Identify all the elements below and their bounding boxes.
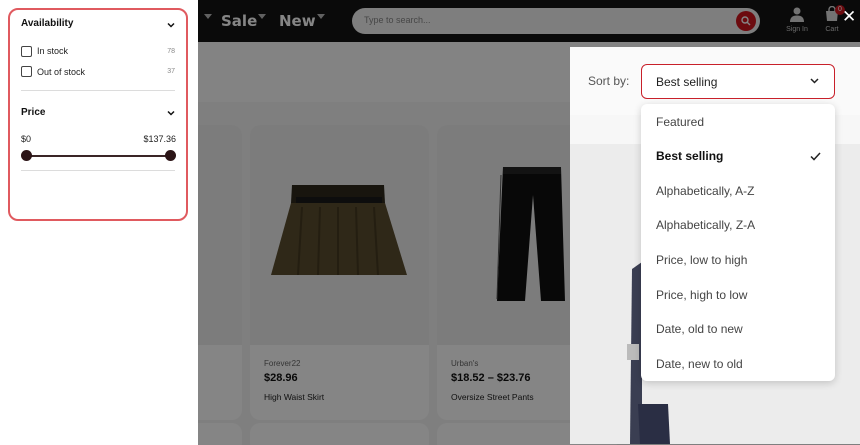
price-slider-track[interactable] (26, 155, 172, 157)
sort-select[interactable]: Best selling (641, 64, 835, 99)
sort-option-featured[interactable]: Featured (656, 115, 704, 129)
in-stock-label[interactable]: In stock (37, 46, 68, 56)
in-stock-count: 78 (167, 48, 175, 55)
chevron-down-icon[interactable] (166, 108, 176, 118)
sort-option-alpha-az[interactable]: Alphabetically, A-Z (656, 184, 755, 198)
sort-option-alpha-za[interactable]: Alphabetically, Z-A (656, 218, 755, 232)
chevron-down-icon (810, 78, 819, 84)
sort-by-label: Sort by: (588, 74, 630, 88)
close-icon[interactable]: ✕ (842, 7, 856, 27)
chevron-down-icon[interactable] (166, 20, 176, 30)
price-slider-max-handle[interactable] (165, 150, 176, 161)
sort-option-price-asc[interactable]: Price, low to high (656, 253, 747, 267)
filter-panel: Availability In stock 78 Out of stock 37… (0, 0, 198, 445)
out-of-stock-checkbox[interactable] (21, 66, 32, 77)
sort-option-date-new-old[interactable]: Date, new to old (656, 357, 743, 371)
divider (21, 90, 175, 91)
out-of-stock-count: 37 (167, 68, 175, 75)
availability-heading[interactable]: Availability (21, 18, 73, 29)
checkmark-icon (810, 152, 821, 161)
price-min-label: $0 (21, 134, 32, 144)
price-heading[interactable]: Price (21, 107, 45, 118)
sort-option-date-old-new[interactable]: Date, old to new (656, 322, 743, 336)
out-of-stock-label[interactable]: Out of stock (37, 67, 85, 77)
in-stock-checkbox[interactable] (21, 46, 32, 57)
sort-selected-value: Best selling (656, 75, 718, 89)
sort-dropdown: Featured Best selling Alphabetically, A-… (641, 104, 835, 381)
sort-option-best-selling[interactable]: Best selling (656, 149, 723, 163)
price-slider-min-handle[interactable] (21, 150, 32, 161)
sort-option-price-desc[interactable]: Price, high to low (656, 288, 747, 302)
divider (21, 170, 175, 171)
filter-box: Availability In stock 78 Out of stock 37… (8, 8, 188, 221)
price-max-label: $137.36 (143, 134, 176, 144)
